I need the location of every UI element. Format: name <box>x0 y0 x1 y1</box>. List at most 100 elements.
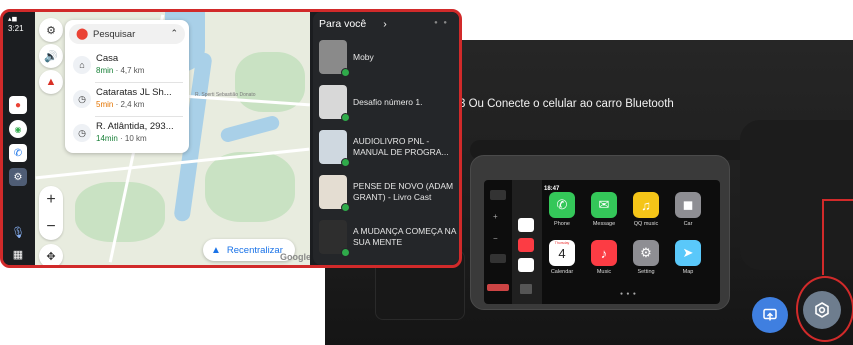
destination-eta: 5min · 2,4 km <box>96 100 144 109</box>
carplay-app-label: Map <box>682 269 694 275</box>
media-title: PENSE DE NOVO (ADAM GRANT) - Livro Cast <box>353 173 457 211</box>
media-title-text: A MUDANÇA COMEÇA NA SUA MENTE <box>353 226 456 247</box>
signal-icon: ▴◼ <box>8 16 18 23</box>
menu-icon <box>490 254 506 263</box>
carplay-app[interactable]: 4 Calendar <box>548 240 576 280</box>
media-title: Moby <box>353 38 457 76</box>
destination-time: 8min <box>96 66 114 75</box>
apps-grid-icon <box>490 190 506 200</box>
clock-icon: ◷ <box>73 90 91 108</box>
dock-maps-icon <box>518 218 534 232</box>
carplay-app-label: Car <box>683 221 693 227</box>
settings-app-icon[interactable]: ⚙ <box>9 168 27 186</box>
carplay-app[interactable]: ➤ Map <box>674 240 702 280</box>
carplay-app-label: Calendar <box>550 269 574 275</box>
pan-button[interactable]: ✥ <box>39 244 63 265</box>
carplay-app-icon: ♫ <box>633 192 659 218</box>
carplay-app-glyph: ✆ <box>556 197 568 212</box>
spotify-badge-icon <box>341 158 350 167</box>
media-thumbnail <box>319 40 350 77</box>
carplay-app[interactable]: ◼ Car <box>674 192 702 232</box>
map-park <box>205 152 295 222</box>
carplay-app-label: Setting <box>637 269 655 275</box>
media-title: A MUDANÇA COMEÇA NA SUA MENTE <box>353 218 457 256</box>
destination-distance: · 4,7 km <box>115 66 145 75</box>
map-settings-button[interactable]: ⚙ <box>39 18 63 42</box>
carplay-app[interactable]: ♪ Music <box>590 240 618 280</box>
settings-hex-button[interactable] <box>803 291 841 329</box>
media-header-title: Para você <box>319 18 367 30</box>
spotify-badge-icon <box>341 68 350 77</box>
media-title-text: PENSE DE NOVO (ADAM GRANT) - Livro Cast <box>353 181 454 202</box>
search-placeholder: Pesquisar <box>93 28 136 40</box>
chevron-right-icon: › <box>383 18 387 30</box>
zoom-in-button[interactable]: + <box>39 186 63 213</box>
media-title-text: AUDIOLIVRO PNL - MANUAL DE PROGRA... <box>353 136 449 157</box>
destination-time: 5min <box>96 100 114 109</box>
maps-app-icon[interactable]: ● <box>9 96 27 114</box>
map-view[interactable]: R. Sperti Sebastião Donato ⚙ 🔊 ▲ + − ✥ ⬤… <box>35 12 310 265</box>
search-bar[interactable]: ⬤ Pesquisar ⌃ <box>69 24 185 44</box>
carplay-app[interactable]: ✆ Phone <box>548 192 576 232</box>
sound-button[interactable]: 🔊 <box>39 44 63 68</box>
zoom-out-button[interactable]: − <box>39 213 63 240</box>
dock-grid-icon <box>520 284 532 294</box>
destination-card: ⬤ Pesquisar ⌃ ⌂ Casa 8min · 4,7 km ◷ Catarat… <box>65 20 189 153</box>
screen-share-icon <box>763 308 777 321</box>
spotify-badge-icon <box>341 203 350 212</box>
cast-button[interactable] <box>752 297 788 333</box>
head-unit-buttons: + − <box>484 180 512 304</box>
media-item[interactable]: Moby <box>319 38 459 78</box>
media-item[interactable]: AUDIOLIVRO PNL - MANUAL DE PROGRA... <box>319 128 459 168</box>
brand-logo <box>487 284 509 291</box>
destination-name: Casa <box>96 53 119 64</box>
media-header[interactable]: Para você › <box>319 18 387 30</box>
recenter-label: Recentralizar <box>226 244 283 256</box>
chevron-up-icon[interactable]: ⌃ <box>170 28 178 39</box>
media-title: AUDIOLIVRO PNL - MANUAL DE PROGRA... <box>353 128 457 166</box>
carplay-app-icon: ✆ <box>549 192 575 218</box>
carplay-app-glyph: ◼ <box>682 197 694 212</box>
spotify-badge-icon <box>341 113 350 122</box>
media-item[interactable]: Desafio número 1. <box>319 83 459 123</box>
dashboard-trim <box>740 120 853 270</box>
media-app-icon[interactable]: ◉ <box>9 120 27 138</box>
android-auto-screen: ▴◼ 3:21 ● ◉ ✆ ⚙ 🎙 ▦ R. Sperti Sebastião … <box>0 9 462 268</box>
media-item[interactable]: PENSE DE NOVO (ADAM GRANT) - Livro Cast <box>319 173 459 213</box>
clock-time: 3:21 <box>8 24 24 33</box>
street-label: R. Sperti Sebastião Donato <box>195 92 256 98</box>
divider <box>95 82 183 83</box>
mic-icon[interactable]: 🎙 <box>9 223 27 241</box>
carplay-app-glyph: ♪ <box>600 245 608 261</box>
dock-music-icon <box>518 238 534 252</box>
destination-eta: 14min · 10 km <box>96 134 147 143</box>
destination-time: 14min <box>96 134 118 143</box>
page-indicator: ● ● ● <box>620 291 637 297</box>
carplay-app[interactable]: ♫ QQ music <box>632 192 660 232</box>
carplay-app[interactable]: ⚙ Setting <box>632 240 660 280</box>
map-river-branch <box>219 114 281 144</box>
carplay-app[interactable]: ✉ Message <box>590 192 618 232</box>
app-launcher-icon[interactable]: ▦ <box>9 245 27 263</box>
carplay-app-icon: ◼ <box>675 192 701 218</box>
carplay-app-icon: ⚙ <box>633 240 659 266</box>
carplay-app-glyph: ✉ <box>598 197 610 212</box>
divider <box>95 116 183 117</box>
compass-button[interactable]: ▲ <box>39 70 63 94</box>
destination-item[interactable]: ⌂ Casa 8min · 4,7 km <box>69 50 187 80</box>
destination-item[interactable]: ◷ Cataratas JL Sh... 5min · 2,4 km <box>69 84 187 114</box>
callout-line-vertical <box>822 199 824 275</box>
carplay-app-label: Phone <box>554 221 570 227</box>
carplay-screen: + − 18:47 ✆ Phone ✉ Message ♫ QQ music ◼ Car 4 Ca… <box>484 180 720 304</box>
destination-item[interactable]: ◷ R. Atlântida, 293... 14min · 10 km <box>69 118 187 148</box>
destination-name: R. Atlântida, 293... <box>96 121 174 132</box>
calendar-day: Thursday <box>554 241 570 245</box>
side-rail: ▴◼ 3:21 ● ◉ ✆ ⚙ 🎙 ▦ <box>3 12 35 265</box>
media-thumbnail <box>319 175 350 212</box>
status-area: ▴◼ 3:21 <box>8 15 24 33</box>
media-item[interactable]: A MUDANÇA COMEÇA NA SUA MENTE <box>319 218 459 258</box>
phone-app-icon[interactable]: ✆ <box>9 144 27 162</box>
carplay-app-label: Message <box>592 221 616 227</box>
destination-distance: · 10 km <box>120 134 147 143</box>
carplay-app-glyph: 4 <box>558 245 566 261</box>
